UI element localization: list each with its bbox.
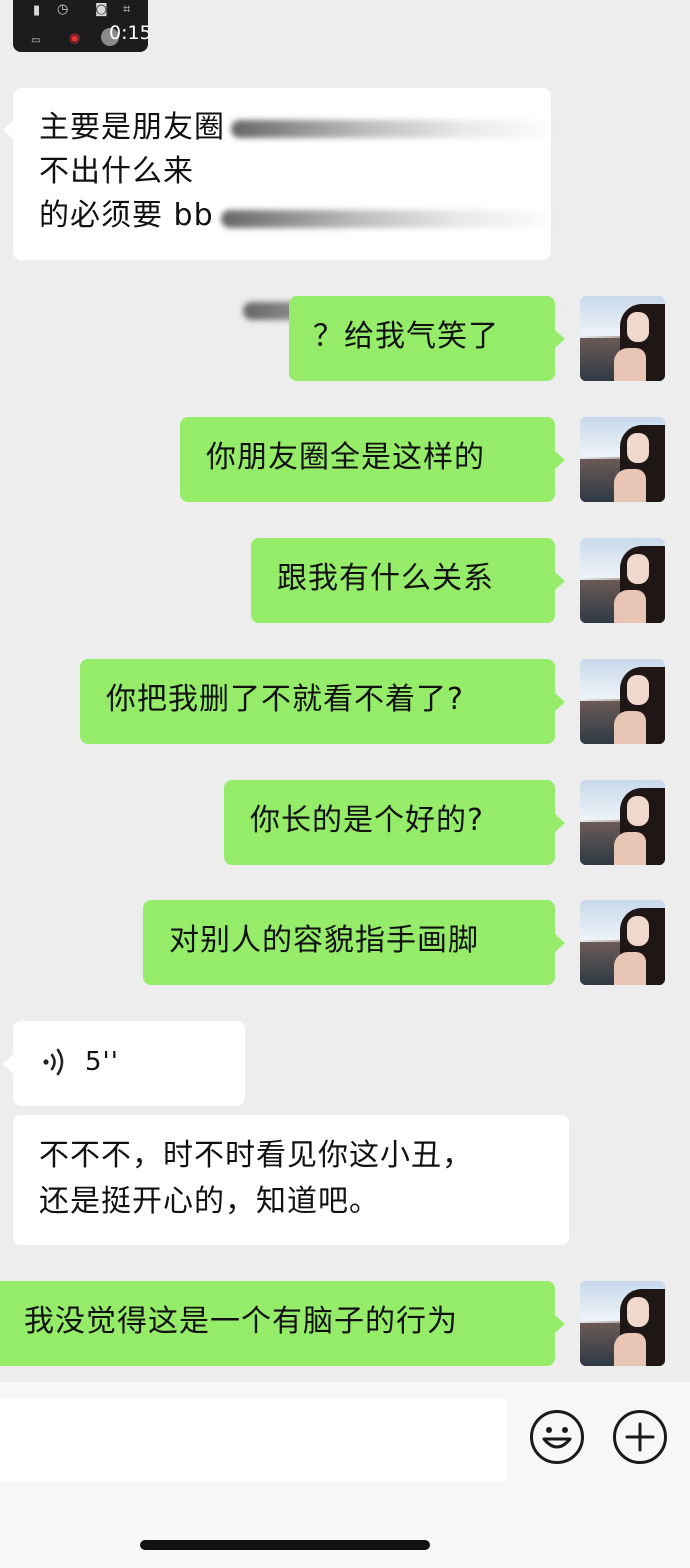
recording-time: 0:15	[109, 22, 148, 44]
avatar[interactable]	[580, 780, 665, 865]
message-text: 我没觉得这是一个有脑子的行为	[24, 1304, 458, 1339]
voice-duration: 5''	[85, 1047, 119, 1077]
emoji-face-icon	[542, 1427, 572, 1449]
plus-circle-icon	[625, 1422, 655, 1452]
message-text: 对别人的容貌指手画脚	[169, 923, 479, 958]
scan-icon: ⌗	[123, 2, 131, 17]
message-line: 还是挺开心的，知道吧。	[39, 1184, 380, 1219]
message-text: 你长的是个好的?	[250, 803, 484, 838]
emoji-button[interactable]	[530, 1410, 584, 1464]
avatar[interactable]	[580, 417, 665, 502]
bubble-tail	[555, 814, 565, 832]
timer-icon: ◷	[57, 2, 69, 17]
message-input[interactable]	[0, 1398, 507, 1482]
message-text: 跟我有什么关系	[277, 561, 494, 596]
screen-recording-indicator: ▮ ◷ ◙ ⌗ ▭ ◉ 0:15	[13, 0, 148, 52]
bubble-tail	[555, 693, 565, 711]
camera-icon: ◙	[95, 2, 108, 17]
more-button[interactable]	[613, 1410, 667, 1464]
outgoing-message[interactable]: 你长的是个好的?	[224, 780, 555, 865]
input-bar	[0, 1382, 690, 1568]
bubble-tail	[555, 934, 565, 952]
message-text: 你朋友圈全是这样的	[206, 440, 485, 475]
record-icon: ◉	[69, 31, 81, 46]
bubble-tail	[555, 1315, 565, 1333]
avatar[interactable]	[580, 538, 665, 623]
flashlight-icon: ▮	[33, 3, 41, 18]
voice-message[interactable]: 5''	[13, 1021, 245, 1106]
battery-icon: ▭	[31, 35, 41, 46]
outgoing-message[interactable]: 跟我有什么关系	[251, 538, 555, 623]
message-text: ？给我气笑了	[313, 319, 499, 354]
outgoing-message[interactable]: 我没觉得这是一个有脑子的行为	[0, 1281, 555, 1366]
bubble-tail	[555, 451, 565, 469]
message-text: 你把我删了不就看不着了?	[106, 682, 464, 717]
voice-wave-icon	[43, 1048, 64, 1076]
message-line: 不不不，时不时看见你这小丑，	[39, 1138, 473, 1173]
avatar[interactable]	[580, 296, 665, 381]
incoming-message[interactable]: 不不不，时不时看见你这小丑， 还是挺开心的，知道吧。	[13, 1115, 569, 1245]
bubble-tail	[555, 330, 565, 348]
outgoing-message[interactable]: ？给我气笑了	[289, 296, 555, 381]
avatar[interactable]	[580, 659, 665, 744]
bubble-tail	[3, 1055, 13, 1073]
bubble-tail	[555, 572, 565, 590]
avatar[interactable]	[580, 1281, 665, 1366]
outgoing-message[interactable]: 你把我删了不就看不着了?	[80, 659, 555, 744]
bubble-tail	[3, 121, 13, 139]
outgoing-message[interactable]: 对别人的容貌指手画脚	[143, 900, 555, 985]
message-line: 不出什么来	[39, 154, 194, 189]
incoming-message[interactable]: 主要是朋友圈 不出什么来 的必须要 bb	[13, 88, 563, 320]
avatar[interactable]	[580, 900, 665, 985]
outgoing-message[interactable]: 你朋友圈全是这样的	[180, 417, 555, 502]
redaction-blur	[231, 120, 561, 138]
home-indicator	[140, 1540, 430, 1550]
redaction-blur	[221, 210, 561, 228]
